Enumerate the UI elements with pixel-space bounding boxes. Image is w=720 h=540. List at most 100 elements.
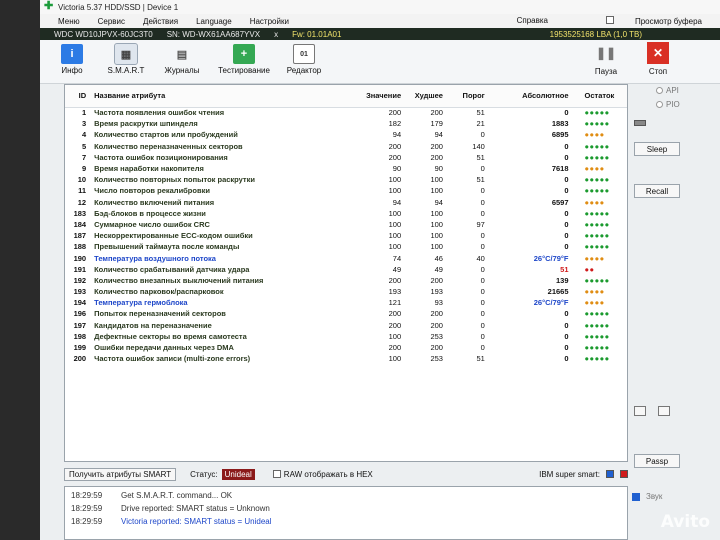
cell-threshold: 0 <box>480 197 485 207</box>
table-row[interactable]: 193 Количество парковок/распарковок 193 193… <box>65 286 627 297</box>
tab-testing-label: Тестирование <box>218 66 270 75</box>
victoria-window: ✚ Victoria 5.37 HDD/SSD | Device 1 Меню … <box>40 0 720 540</box>
tab-logs-label: Журналы <box>164 66 200 75</box>
testing-icon: + <box>233 44 255 64</box>
cell-absolute: 51 <box>560 264 569 274</box>
recall-button[interactable]: Recall <box>634 184 680 198</box>
tab-info[interactable]: i Инфо <box>44 44 100 75</box>
table-row[interactable]: 12 Количество включений питания 94 94 0 6597 ●… <box>65 197 627 208</box>
log-time: 18:29:59 <box>71 491 103 500</box>
ibm-blue-indicator[interactable] <box>606 470 614 478</box>
raw-hex-checkbox[interactable] <box>272 470 281 478</box>
cell-name: Суммарное число ошибок CRC <box>94 219 210 229</box>
table-row[interactable]: 192 Количество внезапных выключений питан… <box>65 275 627 286</box>
table-row[interactable]: 194 Температура гермоблока 121 93 0 26°C/79°F… <box>65 297 627 308</box>
pio-label: PIO <box>666 100 680 109</box>
cell-value: 74 <box>392 253 402 263</box>
table-row[interactable]: 198 Дефектные секторы во время самотеста 1… <box>65 331 627 342</box>
drive-indicator <box>634 120 646 126</box>
table-row[interactable]: 5 Количество переназначенных секторов 200 2… <box>65 141 627 152</box>
cell-absolute: 0 <box>564 175 569 185</box>
tab-editor[interactable]: 01 Редактор <box>276 44 332 75</box>
table-row[interactable]: 10 Количество повторных попыток раскрутки… <box>65 174 627 185</box>
table-row[interactable]: 187 Нескорректированные ECC-кодом ошибки 1… <box>65 230 627 241</box>
cell-name: Попыток переназначений секторов <box>94 309 226 319</box>
cell-worst: 200 <box>430 320 443 330</box>
cell-name: Время раскрутки шпинделя <box>94 119 198 129</box>
cell-absolute: 0 <box>564 320 569 330</box>
cell-threshold: 0 <box>480 275 485 285</box>
table-row[interactable]: 197 Кандидатов на переназначение 200 200 0 0 ●… <box>65 320 627 331</box>
cell-threshold: 0 <box>480 298 485 308</box>
cell-id: 190 <box>73 253 87 263</box>
table-row[interactable]: 9 Время наработки накопителя 90 90 0 7618 ●●●● <box>65 163 627 174</box>
cell-id: 10 <box>77 175 87 185</box>
cell-name: Частота ошибок записи (multi-zone errors… <box>94 354 251 364</box>
tab-smart[interactable]: ▦ S.M.A.R.T <box>98 43 154 75</box>
table-row[interactable]: 3 Время раскрутки шпинделя 182 179 21 1883 ●●●… <box>65 118 627 129</box>
sound-checkbox[interactable] <box>632 492 640 501</box>
get-smart-button[interactable]: Получить атрибуты SMART <box>64 467 177 481</box>
cell-remain: ●●●●● <box>584 242 610 252</box>
table-row[interactable]: 184 Суммарное число ошибок CRC 100 100 97 0 ●●… <box>65 219 627 230</box>
cell-id: 197 <box>73 320 87 330</box>
smart-table[interactable]: ID Название атрибута Значение Худшее Пор… <box>64 84 628 462</box>
table-row[interactable]: 11 Число повторов рекалибровки 100 100 0 0 ●●●… <box>65 185 627 196</box>
bottom-bar: Получить атрибуты SMART Статус: Unideal … <box>64 466 628 482</box>
buffer-view-toggle[interactable]: Просмотр буфера <box>588 16 702 26</box>
menu-item-actions[interactable]: Действия <box>143 17 178 26</box>
api-radio-dot[interactable] <box>656 87 663 94</box>
cell-name: Частота ошибок позиционирования <box>94 152 228 162</box>
cell-absolute: 0 <box>564 141 569 151</box>
table-row[interactable]: 188 Превышений таймаута после команды 100 1… <box>65 241 627 252</box>
cell-threshold: 51 <box>476 354 485 364</box>
cell-id: 9 <box>81 164 87 174</box>
title-bar: ✚ Victoria 5.37 HDD/SSD | Device 1 <box>40 0 720 14</box>
menu-item-settings[interactable]: Настройки <box>250 17 289 26</box>
table-row[interactable]: 199 Ошибки передачи данных через DMA 200 20… <box>65 342 627 353</box>
device-firmware: Fw: 01.01A01 <box>292 29 342 39</box>
table-row[interactable]: 4 Количество стартов или пробуждений 94 94 0… <box>65 129 627 140</box>
cell-worst: 193 <box>430 287 443 297</box>
log-message: Victoria reported: SMART status = Unidea… <box>121 517 272 526</box>
table-row[interactable]: 196 Попыток переназначений секторов 200 200… <box>65 308 627 319</box>
stop-button[interactable]: ✕ Стоп <box>638 42 678 76</box>
editor-icon: 01 <box>293 44 315 64</box>
cell-threshold: 40 <box>476 253 485 263</box>
table-row[interactable]: 7 Частота ошибок позиционирования 200 200 51… <box>65 152 627 163</box>
tab-testing[interactable]: + Тестирование <box>216 44 272 75</box>
sleep-button[interactable]: Sleep <box>634 142 680 156</box>
table-row[interactable]: 200 Частота ошибок записи (multi-zone err… <box>65 353 627 364</box>
cell-id: 199 <box>73 343 87 353</box>
menu-item-language[interactable]: Language <box>196 17 232 26</box>
api-radio[interactable]: API <box>656 86 679 95</box>
cell-remain: ●●●●● <box>584 152 610 162</box>
table-row[interactable]: 191 Количество срабатываний датчика удара… <box>65 264 627 275</box>
menu-item-menu[interactable]: Меню <box>58 17 80 26</box>
sound-toggle[interactable]: Звук <box>632 492 662 501</box>
pio-radio[interactable]: PIO <box>656 100 680 109</box>
table-row[interactable]: 190 Температура воздушного потока 74 46 40 26… <box>65 252 627 263</box>
tab-logs[interactable]: ▤ Журналы <box>154 44 210 76</box>
cell-id: 200 <box>73 354 87 364</box>
cell-value: 200 <box>388 309 402 319</box>
cell-absolute: 0 <box>564 186 569 196</box>
cell-worst: 200 <box>430 343 443 353</box>
logs-icon: ▤ <box>176 48 188 61</box>
passp-button[interactable]: Passp <box>634 454 680 468</box>
device-close[interactable]: x <box>274 30 278 39</box>
menu-bar: Меню Сервис Действия Language Настройки … <box>40 14 720 28</box>
table-row[interactable]: 183 Бэд-блоков в процессе жизни 100 100 0 0 ●●… <box>65 208 627 219</box>
cell-id: 198 <box>73 331 87 341</box>
cell-absolute: 21665 <box>547 287 569 297</box>
buffer-view-checkbox[interactable] <box>605 16 614 24</box>
raw-hex-toggle[interactable]: RAW отображать в HEX <box>272 470 373 479</box>
menu-item-help[interactable]: Справка <box>517 16 548 26</box>
menu-item-service[interactable]: Сервис <box>98 17 125 26</box>
cell-remain: ●●●● <box>584 164 605 174</box>
pause-button[interactable]: ❚❚ Пауза <box>586 42 626 76</box>
side-panel: API PIO Sleep Recall Passp Звук <box>632 84 720 540</box>
ibm-red-indicator[interactable] <box>620 470 628 478</box>
table-row[interactable]: 1 Частота появления ошибок чтения 200 200 51… <box>65 107 627 118</box>
pio-radio-dot[interactable] <box>656 101 663 108</box>
